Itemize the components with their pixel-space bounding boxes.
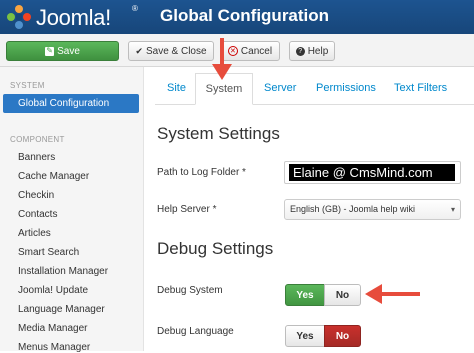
sidebar-item-articles[interactable]: Articles — [18, 228, 51, 239]
tab-site[interactable]: Site — [167, 73, 186, 104]
log-folder-label: Path to Log Folder * — [157, 167, 246, 178]
tab-permissions[interactable]: Permissions — [316, 73, 376, 104]
tab-server[interactable]: Server — [264, 73, 296, 104]
debug-language-no-button[interactable]: No — [324, 325, 361, 347]
save-close-button[interactable]: ✔ Save & Close — [128, 41, 214, 61]
save-button[interactable]: ✎ Save — [6, 41, 119, 61]
sidebar-item-checkin[interactable]: Checkin — [18, 190, 54, 201]
debug-settings-heading: Debug Settings — [157, 239, 274, 258]
system-settings-heading: System Settings — [157, 124, 280, 143]
toolbar: ✎ Save ✔ Save & Close ✕ Cancel ? Help — [0, 34, 474, 67]
save-close-button-label: Save & Close — [145, 45, 207, 57]
help-server-label: Help Server * — [157, 204, 217, 215]
tab-text-filters[interactable]: Text Filters — [394, 73, 447, 104]
logo-registered-mark: ® — [132, 4, 138, 13]
debug-language-yes-button[interactable]: Yes — [285, 325, 325, 347]
logo-text: Joomla! — [36, 5, 111, 30]
save-icon: ✎ — [45, 46, 55, 56]
sidebar: SYSTEM Global Configuration COMPONENT Ba… — [0, 67, 144, 353]
help-server-value: English (GB) - Joomla help wiki — [290, 204, 416, 214]
page-title: Global Configuration — [160, 6, 330, 25]
sidebar-item-global-configuration[interactable]: Global Configuration — [3, 94, 139, 113]
sidebar-heading-system: SYSTEM — [10, 81, 45, 90]
annotation-arrow-icon — [365, 284, 420, 304]
debug-system-label: Debug System — [157, 285, 223, 296]
check-icon: ✔ — [135, 45, 143, 56]
help-button[interactable]: ? Help — [289, 41, 335, 61]
config-tabs: Site System Server Permissions Text Filt… — [155, 73, 474, 105]
log-folder-input[interactable]: Elaine @ CmsMind.com — [284, 161, 461, 184]
sidebar-item-menus-manager[interactable]: Menus Manager — [18, 342, 90, 353]
sidebar-item-smart-search[interactable]: Smart Search — [18, 247, 79, 258]
joomla-logo-icon — [7, 5, 31, 29]
save-button-label: Save — [57, 45, 80, 57]
sidebar-item-joomla-update[interactable]: Joomla! Update — [18, 285, 88, 296]
debug-system-yes-button[interactable]: Yes — [285, 284, 325, 306]
help-server-select[interactable]: English (GB) - Joomla help wiki ▾ — [284, 199, 461, 220]
joomla-logo[interactable]: Joomla! ® — [6, 4, 138, 30]
sidebar-item-banners[interactable]: Banners — [18, 152, 55, 163]
debug-language-label: Debug Language — [157, 326, 234, 337]
chevron-down-icon: ▾ — [450, 205, 455, 214]
help-icon: ? — [295, 46, 305, 56]
sidebar-item-contacts[interactable]: Contacts — [18, 209, 57, 220]
tab-system[interactable]: System — [195, 73, 253, 105]
debug-system-no-button[interactable]: No — [324, 284, 361, 306]
sidebar-item-language-manager[interactable]: Language Manager — [18, 304, 105, 315]
help-button-label: Help — [307, 45, 329, 57]
sidebar-item-cache-manager[interactable]: Cache Manager — [18, 171, 89, 182]
sidebar-item-media-manager[interactable]: Media Manager — [18, 323, 87, 334]
cancel-button-label: Cancel — [240, 45, 273, 57]
sidebar-item-installation-manager[interactable]: Installation Manager — [18, 266, 108, 277]
log-folder-value: Elaine @ CmsMind.com — [289, 164, 455, 181]
sidebar-heading-component: COMPONENT — [10, 135, 65, 144]
cancel-icon: ✕ — [227, 46, 238, 56]
cancel-button[interactable]: ✕ Cancel — [220, 41, 280, 61]
app-header: Joomla! ® Global Configuration — [0, 0, 474, 34]
